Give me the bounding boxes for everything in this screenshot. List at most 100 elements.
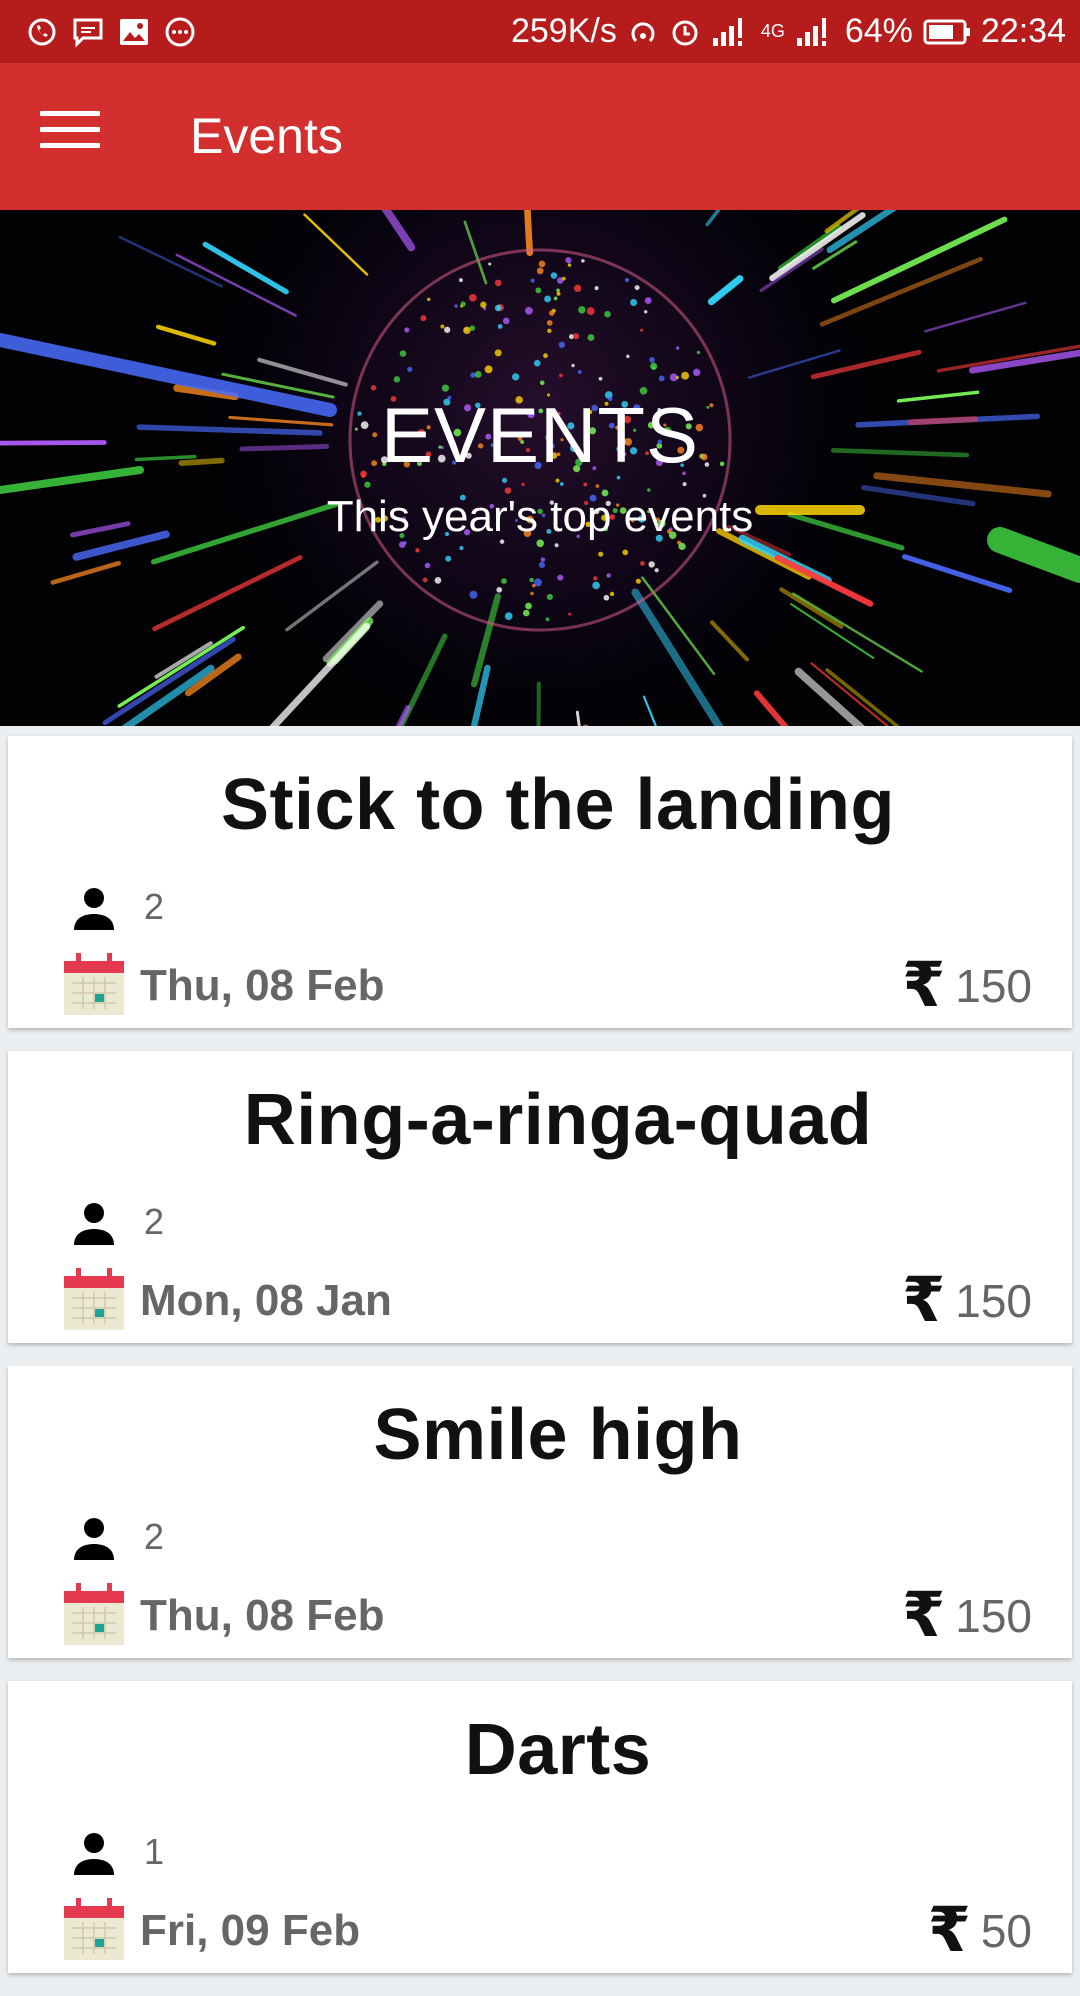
page-title: Events [190, 107, 343, 165]
confetti-dot [540, 380, 545, 385]
event-card[interactable]: Stick to the landing 2 Thu, 08 Feb ₹ 150 [8, 736, 1072, 1028]
confetti-dot [574, 285, 581, 292]
confetti-dot [547, 594, 553, 600]
battery-icon [923, 15, 971, 49]
calendar-icon [64, 1268, 124, 1330]
confetti-dot [525, 307, 533, 315]
confetti-dot [364, 481, 370, 487]
confetti-dot [560, 482, 564, 486]
signal-icon [711, 15, 751, 49]
confetti-dot [498, 324, 503, 329]
clock: 22:34 [981, 12, 1066, 51]
message-icon [72, 16, 104, 48]
hotspot-icon [627, 15, 659, 49]
confetti-dot [557, 292, 561, 296]
status-bar: 259K/s 4G 64% 22:34 [0, 0, 1080, 63]
confetti-dot [592, 582, 600, 590]
confetti-dot [568, 263, 571, 266]
confetti-dot [640, 329, 643, 332]
confetti-dot [539, 562, 545, 568]
confetti-dot [544, 296, 551, 303]
confetti-dot [503, 318, 510, 325]
confetti-dot [678, 543, 685, 550]
image-icon [118, 16, 150, 48]
confetti-dot [596, 484, 600, 488]
network-type: 4G [761, 21, 785, 42]
more-icon [164, 16, 196, 48]
hero-banner: EVENTS This year's top events [0, 210, 1080, 726]
confetti-dot [559, 374, 563, 378]
confetti-dot [454, 304, 458, 308]
confetti-dot [495, 280, 502, 287]
event-date: Thu, 08 Feb [140, 1591, 384, 1641]
event-title: Darts [8, 1709, 1080, 1791]
confetti-dot [537, 268, 544, 275]
confetti-dot [578, 370, 582, 374]
confetti-dot [681, 372, 689, 380]
confetti-dot [648, 561, 654, 567]
confetti-dot [598, 552, 603, 557]
event-list: Stick to the landing 2 Thu, 08 Feb ₹ 150… [8, 736, 1072, 1996]
participant-count: 1 [144, 1831, 164, 1873]
confetti-dot [459, 278, 463, 282]
confetti-dot [394, 376, 400, 382]
event-date: Fri, 09 Feb [140, 1906, 360, 1956]
participant-count: 2 [144, 1201, 164, 1243]
price-value: 150 [955, 1589, 1032, 1643]
confetti-dot [556, 289, 560, 293]
menu-icon[interactable] [40, 111, 100, 161]
event-card[interactable]: Smile high 2 Thu, 08 Feb ₹ 150 [8, 1366, 1072, 1658]
confetti-dot [630, 299, 637, 306]
confetti-dot [594, 286, 598, 290]
confetti-dot [587, 307, 595, 315]
confetti-dot [593, 576, 597, 580]
confetti-dot [523, 610, 530, 617]
confetti-dot [599, 377, 603, 381]
confetti-dot [557, 575, 563, 581]
confetti-dot [645, 297, 652, 304]
confetti-dot [650, 363, 657, 370]
confetti-dot [530, 592, 534, 596]
confetti-dot [485, 365, 493, 373]
confetti-dot [404, 327, 409, 332]
confetti-dot [697, 351, 700, 354]
confetti-dot [435, 577, 442, 584]
event-card[interactable]: Darts 1 Fri, 09 Feb ₹ 50 [8, 1681, 1072, 1973]
person-icon [70, 1514, 118, 1562]
confetti-dot [469, 591, 477, 599]
confetti-dot [541, 557, 545, 561]
event-card[interactable]: Ring-a-ringa-quad 2 Mon, 08 Jan ₹ 150 [8, 1051, 1072, 1343]
confetti-dot [539, 261, 546, 268]
confetti-dot [604, 595, 610, 601]
confetti-dot [407, 367, 412, 372]
network-speed: 259K/s [511, 12, 617, 51]
confetti-dot [495, 349, 502, 356]
confetti-dot [581, 259, 585, 263]
confetti-dot [604, 311, 611, 318]
confetti-dot [505, 612, 513, 620]
confetti-dot [547, 329, 551, 333]
confetti-dot [534, 360, 541, 367]
confetti-dot [521, 483, 524, 486]
event-title: Smile high [8, 1394, 1080, 1476]
confetti-dot [640, 561, 645, 566]
confetti-dot [546, 617, 550, 621]
alarm-icon [669, 15, 701, 49]
status-right: 259K/s 4G 64% 22:34 [511, 12, 1066, 51]
confetti-dot [549, 310, 555, 316]
participant-count: 2 [144, 886, 164, 928]
confetti-dot [469, 294, 477, 302]
participant-count: 2 [144, 1516, 164, 1558]
hero-title: EVENTS [0, 390, 1080, 481]
calendar-icon [64, 953, 124, 1015]
confetti-dot [534, 578, 542, 586]
confetti-dot [676, 376, 679, 379]
confetti-dot [644, 310, 647, 313]
event-price: ₹ 50 [928, 1900, 1032, 1962]
confetti-dot [587, 334, 594, 341]
confetti-dot [659, 376, 665, 382]
confetti-dot [693, 369, 700, 376]
confetti-dot [625, 278, 629, 282]
confetti-dot [525, 603, 532, 610]
confetti-dot [547, 320, 553, 326]
